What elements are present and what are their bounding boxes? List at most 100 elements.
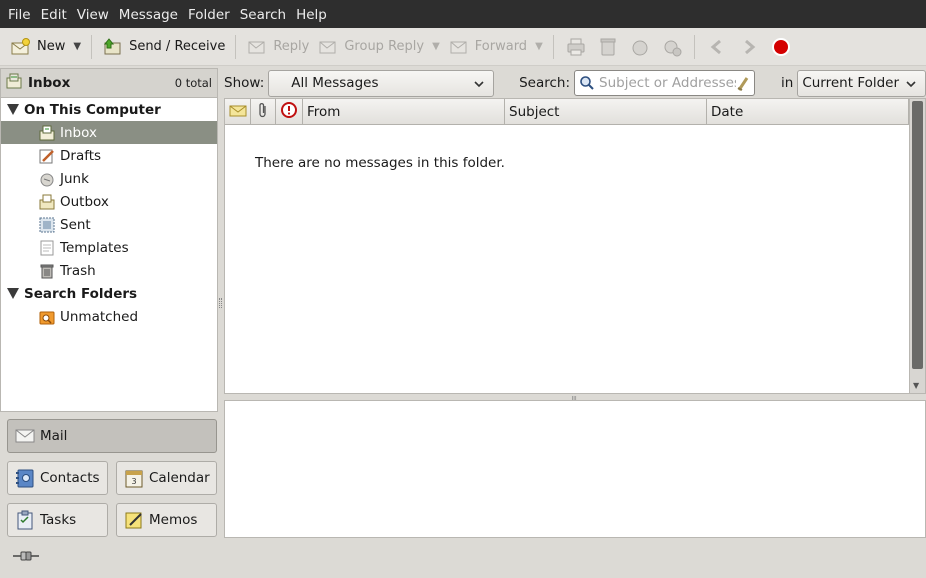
folder-templates[interactable]: Templates: [1, 236, 217, 259]
inbox-header-icon: [6, 73, 22, 93]
delete-icon[interactable]: [592, 32, 624, 62]
folder-label: Outbox: [60, 193, 109, 210]
menu-help[interactable]: Help: [291, 0, 332, 28]
switcher-contacts-button[interactable]: Contacts: [7, 461, 108, 495]
folder-inbox[interactable]: Inbox: [1, 121, 217, 144]
search-scope-select[interactable]: Current Folder: [797, 69, 926, 97]
chevron-down-icon[interactable]: ▼: [73, 41, 81, 52]
column-attachment[interactable]: [251, 99, 276, 125]
templates-icon: [39, 240, 55, 256]
junk-icon[interactable]: [624, 32, 656, 62]
trash-icon: [39, 263, 55, 279]
reply-icon: [246, 37, 268, 57]
chevron-down-icon: [473, 78, 485, 94]
column-from-label: From: [307, 103, 341, 120]
calendar-icon: 3: [123, 467, 145, 489]
tree-group-search-folders[interactable]: Search Folders: [1, 282, 217, 305]
scrollbar-thumb[interactable]: [912, 101, 923, 369]
folder-trash[interactable]: Trash: [1, 259, 217, 282]
menu-view[interactable]: View: [72, 0, 114, 28]
chevron-down-icon: [905, 78, 917, 94]
drafts-icon: [39, 148, 55, 164]
folder-label: Junk: [60, 170, 89, 187]
group-reply-icon: [317, 37, 339, 57]
switcher-tasks-button[interactable]: Tasks: [7, 503, 108, 537]
not-junk-icon[interactable]: [656, 32, 688, 62]
column-subject[interactable]: Subject: [505, 99, 707, 125]
folder-junk[interactable]: Junk: [1, 167, 217, 190]
send-receive-button[interactable]: Send / Receive: [98, 32, 229, 62]
toolbar-separator: [91, 34, 93, 59]
show-filter-select[interactable]: All Messages: [268, 69, 495, 97]
scroll-down-icon[interactable]: ▼: [913, 381, 919, 390]
search-filter-bar: Show: All Messages Search: Subject or Ad…: [224, 68, 926, 98]
column-from[interactable]: From: [303, 99, 505, 125]
search-folder-icon: [39, 309, 55, 325]
menu-message[interactable]: Message: [114, 0, 183, 28]
folder-header: Inbox 0 total: [0, 68, 218, 98]
group-reply-button[interactable]: Group Reply ▼: [313, 32, 443, 62]
stop-icon[interactable]: [765, 32, 797, 62]
new-button[interactable]: New ▼: [6, 32, 85, 62]
switcher-label: Mail: [40, 428, 68, 444]
menu-folder[interactable]: Folder: [183, 0, 235, 28]
message-list-scrollbar[interactable]: ▼: [909, 99, 925, 393]
chevron-down-icon[interactable]: ▼: [535, 41, 543, 52]
forward-icon: [448, 37, 470, 57]
folder-drafts[interactable]: Drafts: [1, 144, 217, 167]
menu-bar: File Edit View Message Folder Search Hel…: [0, 0, 926, 28]
new-button-label: New: [37, 39, 66, 54]
in-label: in: [781, 75, 794, 91]
toolbar-separator: [693, 34, 695, 59]
menu-search[interactable]: Search: [235, 0, 291, 28]
reply-label: Reply: [273, 39, 310, 54]
connection-status-icon[interactable]: [12, 549, 40, 563]
menu-file[interactable]: File: [3, 0, 36, 28]
switcher-label: Tasks: [40, 512, 77, 528]
tasks-icon: [14, 509, 36, 531]
forward-label: Forward: [474, 39, 528, 54]
folder-label: Unmatched: [60, 308, 139, 325]
message-list[interactable]: From Subject Date There are no messages …: [224, 98, 926, 394]
folder-outbox[interactable]: Outbox: [1, 190, 217, 213]
send-receive-icon: [102, 37, 124, 57]
expander-icon[interactable]: [7, 104, 19, 115]
toolbar-separator: [552, 34, 554, 59]
search-icon[interactable]: [579, 75, 595, 91]
show-label: Show:: [224, 75, 265, 91]
print-icon[interactable]: [560, 32, 592, 62]
mail-icon: [14, 425, 36, 447]
tree-group-label: Search Folders: [24, 285, 138, 302]
forward-button[interactable]: Forward ▼: [444, 32, 547, 62]
tree-group-on-this-computer[interactable]: On This Computer: [1, 98, 217, 121]
column-date-label: Date: [711, 103, 744, 120]
search-input[interactable]: Subject or Addresses: [574, 70, 756, 96]
send-receive-label: Send / Receive: [129, 39, 226, 54]
pane-resize-handle[interactable]: [219, 298, 222, 308]
folder-label: Templates: [60, 239, 129, 256]
folder-sent[interactable]: Sent: [1, 213, 217, 236]
folder-header-title: Inbox: [28, 75, 71, 91]
memos-icon: [123, 509, 145, 531]
back-icon[interactable]: [701, 32, 733, 62]
forward-nav-icon[interactable]: [733, 32, 765, 62]
envelope-icon: [229, 103, 247, 121]
column-important[interactable]: [276, 99, 303, 125]
inbox-icon: [39, 125, 55, 141]
column-date[interactable]: Date: [707, 99, 909, 125]
folder-unmatched[interactable]: Unmatched: [1, 305, 217, 328]
switcher-mail-button[interactable]: Mail: [7, 419, 217, 453]
column-status[interactable]: [225, 99, 251, 125]
reply-button[interactable]: Reply: [242, 32, 313, 62]
switcher-calendar-button[interactable]: 3 Calendar: [116, 461, 217, 495]
message-preview-pane: [224, 400, 926, 538]
expander-icon[interactable]: [7, 288, 19, 299]
search-placeholder: Subject or Addresses: [599, 75, 737, 91]
folder-message-count: 0 total: [174, 76, 212, 90]
switcher-memos-button[interactable]: Memos: [116, 503, 217, 537]
chevron-down-icon[interactable]: ▼: [432, 41, 440, 52]
outbox-icon: [39, 194, 55, 210]
column-subject-label: Subject: [509, 103, 560, 120]
clear-icon[interactable]: [736, 75, 750, 91]
menu-edit[interactable]: Edit: [36, 0, 72, 28]
